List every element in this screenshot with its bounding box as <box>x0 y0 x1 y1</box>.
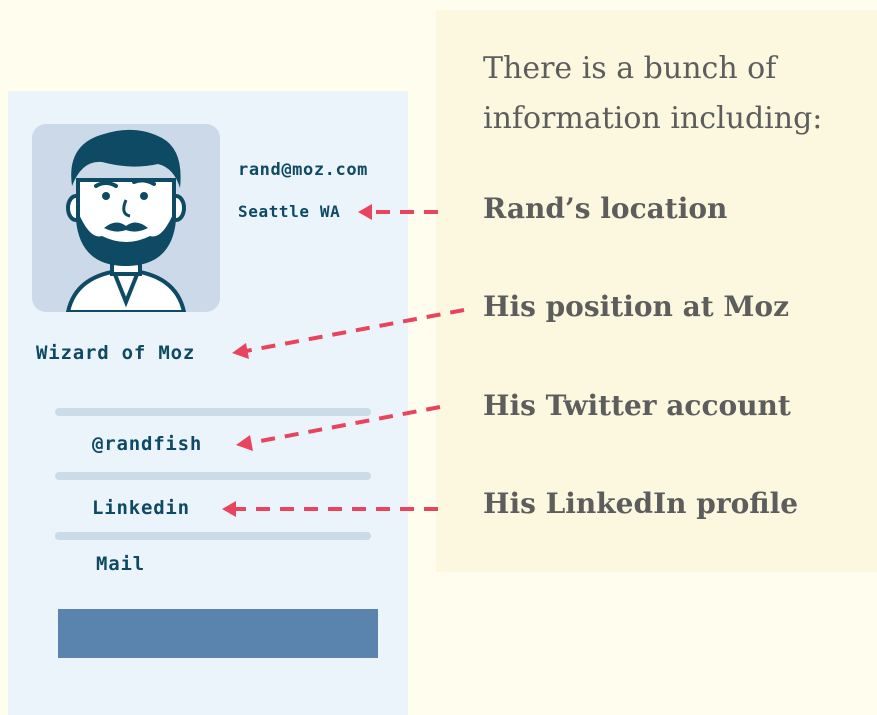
arrow-position-line <box>245 308 465 353</box>
dashed-arrow-icon <box>232 343 249 359</box>
arrows-layer <box>222 204 465 517</box>
arrow-twitter-line <box>249 405 441 445</box>
dashed-arrow-icon <box>222 501 236 517</box>
dashed-arrow-icon <box>236 435 253 451</box>
dashed-arrow-icon <box>358 204 372 220</box>
